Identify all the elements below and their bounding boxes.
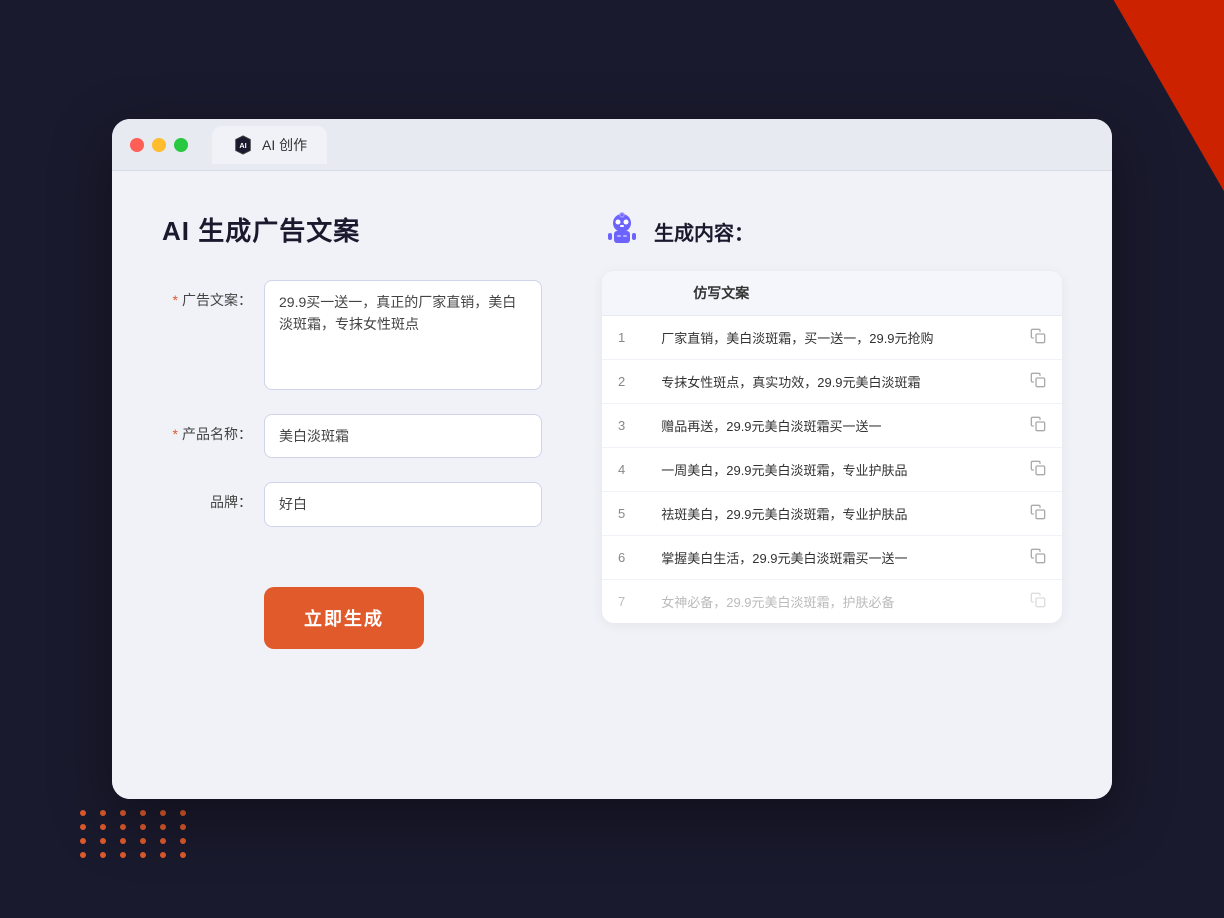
row-number: 3 <box>602 404 641 448</box>
col-num-header <box>602 271 641 316</box>
row-number: 7 <box>602 580 641 624</box>
row-text: 一周美白，29.9元美白淡斑霜，专业护肤品 <box>641 448 1014 492</box>
row-number: 6 <box>602 536 641 580</box>
row-number: 5 <box>602 492 641 536</box>
ai-tab-icon: AI <box>232 134 254 156</box>
table-row: 3赠品再送，29.9元美白淡斑霜买一送一 <box>602 404 1062 448</box>
robot-icon <box>602 211 642 251</box>
row-text: 女神必备，29.9元美白淡斑霜，护肤必备 <box>641 580 1014 624</box>
table-row: 5祛斑美白，29.9元美白淡斑霜，专业护肤品 <box>602 492 1062 536</box>
row-text: 厂家直销，美白淡斑霜，买一送一，29.9元抢购 <box>641 316 1014 360</box>
traffic-lights <box>130 138 188 152</box>
main-content: AI 生成广告文案 *广告文案： *产品名称： 品牌： 立 <box>112 171 1112 799</box>
ad-copy-label: *广告文案： <box>162 280 252 310</box>
table-row: 4一周美白，29.9元美白淡斑霜，专业护肤品 <box>602 448 1062 492</box>
right-panel-title: 生成内容： <box>654 217 754 246</box>
table-row: 1厂家直销，美白淡斑霜，买一送一，29.9元抢购 <box>602 316 1062 360</box>
col-copy-header <box>1014 271 1062 316</box>
tab-label: AI 创作 <box>262 135 307 155</box>
copy-button[interactable] <box>1014 492 1062 536</box>
col-text-header: 仿写文案 <box>641 271 1014 316</box>
row-number: 2 <box>602 360 641 404</box>
row-text: 掌握美白生活，29.9元美白淡斑霜买一送一 <box>641 536 1014 580</box>
product-name-group: *产品名称： <box>162 414 542 458</box>
product-name-required: * <box>173 426 178 442</box>
brand-group: 品牌： <box>162 482 542 526</box>
ad-copy-group: *广告文案： <box>162 280 542 390</box>
svg-text:AI: AI <box>239 140 246 149</box>
copy-button[interactable] <box>1014 536 1062 580</box>
product-name-label: *产品名称： <box>162 414 252 444</box>
product-name-input[interactable] <box>264 414 542 458</box>
right-panel: 生成内容： 仿写文案 1厂家直销，美白淡斑霜，买一送一，29.9元抢购 2专抹女… <box>602 211 1062 759</box>
table-row: 7女神必备，29.9元美白淡斑霜，护肤必备 <box>602 580 1062 624</box>
copy-button[interactable] <box>1014 360 1062 404</box>
brand-input[interactable] <box>264 482 542 526</box>
title-bar: AI AI 创作 <box>112 119 1112 171</box>
bg-decoration-dots <box>80 810 192 858</box>
copy-button[interactable] <box>1014 404 1062 448</box>
table-row: 2专抹女性斑点，真实功效，29.9元美白淡斑霜 <box>602 360 1062 404</box>
page-title: AI 生成广告文案 <box>162 211 542 248</box>
minimize-button[interactable] <box>152 138 166 152</box>
generate-button[interactable]: 立即生成 <box>264 587 424 649</box>
ai-creation-tab[interactable]: AI AI 创作 <box>212 126 327 164</box>
row-number: 4 <box>602 448 641 492</box>
ad-copy-required: * <box>173 292 178 308</box>
close-button[interactable] <box>130 138 144 152</box>
maximize-button[interactable] <box>174 138 188 152</box>
row-text: 专抹女性斑点，真实功效，29.9元美白淡斑霜 <box>641 360 1014 404</box>
left-panel: AI 生成广告文案 *广告文案： *产品名称： 品牌： 立 <box>162 211 542 759</box>
ad-copy-input[interactable] <box>264 280 542 390</box>
copy-button[interactable] <box>1014 448 1062 492</box>
right-header: 生成内容： <box>602 211 1062 251</box>
row-text: 祛斑美白，29.9元美白淡斑霜，专业护肤品 <box>641 492 1014 536</box>
table-row: 6掌握美白生活，29.9元美白淡斑霜买一送一 <box>602 536 1062 580</box>
row-number: 1 <box>602 316 641 360</box>
copy-button[interactable] <box>1014 580 1062 624</box>
browser-window: AI AI 创作 AI 生成广告文案 *广告文案： *产品名称： <box>112 119 1112 799</box>
results-table: 仿写文案 1厂家直销，美白淡斑霜，买一送一，29.9元抢购 2专抹女性斑点，真实… <box>602 271 1062 623</box>
row-text: 赠品再送，29.9元美白淡斑霜买一送一 <box>641 404 1014 448</box>
brand-label: 品牌： <box>162 482 252 512</box>
copy-button[interactable] <box>1014 316 1062 360</box>
